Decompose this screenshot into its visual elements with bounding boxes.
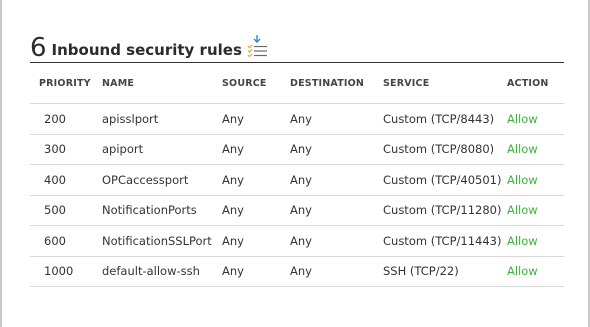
sort-list-icon[interactable] xyxy=(246,34,268,58)
cell-source: Any xyxy=(222,103,290,135)
cell-service: Custom (TCP/8443) xyxy=(383,103,507,135)
column-header-priority[interactable]: PRIORITY xyxy=(30,63,102,104)
cell-service: Custom (TCP/11280) xyxy=(383,195,507,226)
cell-priority: 600 xyxy=(30,225,102,257)
table-row[interactable]: 600 NotificationSSLPort Any Any Custom (… xyxy=(30,225,564,257)
table-row[interactable]: 200 apisslport Any Any Custom (TCP/8443)… xyxy=(30,103,564,135)
cell-destination: Any xyxy=(290,195,383,226)
panel-header: 6 Inbound security rules xyxy=(30,28,268,62)
cell-action: Allow xyxy=(507,225,564,257)
rule-count: 6 xyxy=(30,33,47,63)
table-row[interactable]: 500 NotificationPorts Any Any Custom (TC… xyxy=(30,195,564,226)
cell-service: Custom (TCP/8080) xyxy=(383,134,507,165)
cell-source: Any xyxy=(222,134,290,165)
table-row[interactable]: 300 apiport Any Any Custom (TCP/8080) Al… xyxy=(30,134,564,165)
cell-action: Allow xyxy=(507,164,564,196)
cell-priority: 500 xyxy=(30,195,102,226)
cell-name: apisslport xyxy=(102,103,222,135)
table-header-row: PRIORITY NAME SOURCE DESTINATION SERVICE… xyxy=(30,63,564,104)
cell-name: NotificationSSLPort xyxy=(102,225,222,257)
column-header-destination[interactable]: DESTINATION xyxy=(290,63,383,104)
cell-name: OPCaccessport xyxy=(102,164,222,196)
column-header-service[interactable]: SERVICE xyxy=(383,63,507,104)
table-row[interactable]: 1000 default-allow-ssh Any Any SSH (TCP/… xyxy=(30,256,564,287)
panel-title: Inbound security rules xyxy=(51,41,242,59)
cell-destination: Any xyxy=(290,225,383,257)
cell-action: Allow xyxy=(507,134,564,165)
column-header-source[interactable]: SOURCE xyxy=(222,63,290,104)
cell-action: Allow xyxy=(507,195,564,226)
column-header-action[interactable]: ACTION xyxy=(507,63,564,104)
cell-service: SSH (TCP/22) xyxy=(383,256,507,287)
cell-source: Any xyxy=(222,225,290,257)
cell-action: Allow xyxy=(507,103,564,135)
cell-destination: Any xyxy=(290,164,383,196)
cell-service: Custom (TCP/40501) xyxy=(383,164,507,196)
cell-action: Allow xyxy=(507,256,564,287)
panel-frame: 6 Inbound security rules PRIORITY NAME S… xyxy=(0,0,590,327)
cell-priority: 400 xyxy=(30,164,102,196)
cell-priority: 200 xyxy=(30,103,102,135)
table-row[interactable]: 400 OPCaccessport Any Any Custom (TCP/40… xyxy=(30,164,564,196)
cell-name: default-allow-ssh xyxy=(102,256,222,287)
cell-destination: Any xyxy=(290,256,383,287)
cell-priority: 1000 xyxy=(30,256,102,287)
cell-source: Any xyxy=(222,256,290,287)
cell-name: apiport xyxy=(102,134,222,165)
cell-destination: Any xyxy=(290,103,383,135)
inbound-rules-table: PRIORITY NAME SOURCE DESTINATION SERVICE… xyxy=(30,63,564,287)
cell-priority: 300 xyxy=(30,134,102,165)
cell-service: Custom (TCP/11443) xyxy=(383,225,507,257)
cell-source: Any xyxy=(222,195,290,226)
cell-source: Any xyxy=(222,164,290,196)
cell-name: NotificationPorts xyxy=(102,195,222,226)
column-header-name[interactable]: NAME xyxy=(102,63,222,104)
cell-destination: Any xyxy=(290,134,383,165)
